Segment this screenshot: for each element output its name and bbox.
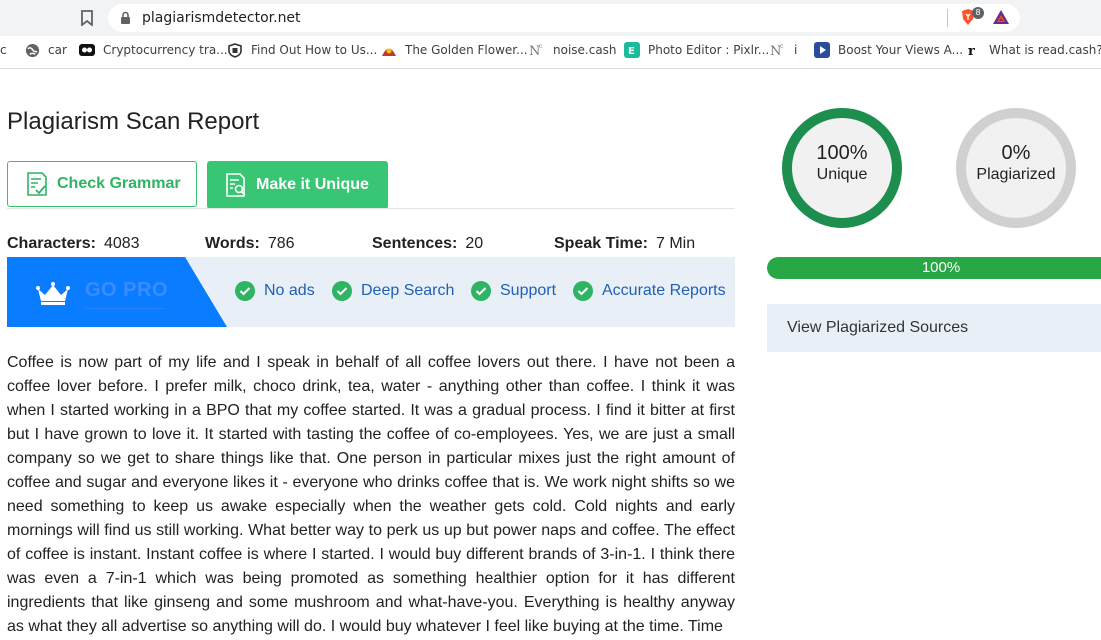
- noise-icon: Nc: [770, 42, 786, 58]
- noise-icon: Nc: [529, 42, 545, 58]
- bookmark-car[interactable]: car: [24, 36, 67, 64]
- bookmark-item[interactable]: c: [0, 36, 7, 64]
- stat-characters: Characters: 4083: [7, 235, 140, 253]
- play-icon: [814, 42, 830, 58]
- bookmark-i[interactable]: Nc i: [770, 36, 797, 64]
- check-grammar-button[interactable]: Check Grammar: [7, 161, 197, 207]
- feature-deep-search: Deep Search: [332, 281, 454, 301]
- bookmarks-bar: c car Cryptocurrency tra... Find Out How…: [0, 36, 1101, 69]
- lock-icon[interactable]: [120, 11, 131, 25]
- grammar-document-icon: [27, 172, 47, 196]
- bookmark-label: noise.cash: [553, 43, 617, 57]
- unique-label: Unique: [816, 166, 868, 183]
- bookmark-label: The Golden Flower...: [405, 43, 528, 57]
- feature-label: Accurate Reports: [602, 282, 726, 299]
- progress-label: 100%: [921, 259, 961, 276]
- bookmark-label: car: [48, 43, 67, 57]
- check-circle-icon: [332, 281, 352, 301]
- flower-icon: [381, 42, 397, 58]
- bookmark-label: Cryptocurrency tra...: [103, 43, 228, 57]
- brave-rewards-icon[interactable]: [992, 9, 1010, 25]
- bookmark-label: c: [0, 43, 7, 57]
- pixlr-icon: E: [624, 42, 640, 58]
- stat-value: 786: [267, 235, 295, 252]
- shield-icon: [227, 42, 243, 58]
- stat-words: Words: 786: [205, 235, 295, 253]
- bookmark-pixlr[interactable]: E Photo Editor : Pixlr...: [624, 36, 769, 64]
- bookmark-read-cash[interactable]: r What is read.cash?...: [965, 36, 1101, 64]
- stat-sentences: Sentences: 20: [372, 235, 483, 253]
- svg-text:c: c: [780, 43, 784, 50]
- svg-text:r: r: [968, 44, 975, 58]
- bookmark-label: What is read.cash?...: [989, 43, 1101, 57]
- go-pro-underline: [85, 308, 165, 309]
- stat-label: Sentences:: [372, 235, 458, 252]
- stat-label: Speak Time:: [554, 235, 648, 252]
- crown-icon: [36, 282, 70, 305]
- stat-speak-time: Speak Time: 7 Min: [554, 235, 695, 253]
- svg-text:c: c: [539, 43, 543, 50]
- bookmark-golden-flower[interactable]: The Golden Flower...: [381, 36, 528, 64]
- check-circle-icon: [573, 281, 593, 301]
- go-pro-banner[interactable]: GO PRO No ads Deep Search Support Accura…: [7, 257, 735, 327]
- feature-label: Deep Search: [361, 282, 455, 299]
- bookmark-find-out[interactable]: Find Out How to Us...: [227, 36, 377, 64]
- bookmark-noise-cash[interactable]: Nc noise.cash: [529, 36, 617, 64]
- address-bar[interactable]: plagiarismdetector.net 8: [108, 4, 1020, 32]
- url-text: plagiarismdetector.net: [142, 10, 301, 26]
- plagiarized-percent: 0%: [1001, 142, 1031, 164]
- bookmark-label: i: [794, 43, 798, 57]
- make-unique-button[interactable]: Make it Unique: [207, 161, 388, 209]
- bookmark-boost-views[interactable]: Boost Your Views A...: [814, 36, 963, 64]
- bookmark-label: Photo Editor : Pixlr...: [648, 43, 770, 57]
- stat-value: 7 Min: [655, 235, 696, 252]
- bookmark-label: Boost Your Views A...: [838, 43, 964, 57]
- feature-accurate-reports: Accurate Reports: [573, 281, 726, 301]
- stat-label: Characters:: [7, 235, 96, 252]
- document-search-icon: [226, 173, 246, 197]
- crypto-icon: [79, 42, 95, 58]
- globe-icon: [24, 42, 40, 58]
- feature-support: Support: [471, 281, 556, 301]
- feature-label: Support: [500, 282, 557, 299]
- shield-count-badge: 8: [972, 7, 984, 19]
- bookmark-crypto[interactable]: Cryptocurrency tra...: [79, 36, 228, 64]
- check-grammar-label: Check Grammar: [57, 175, 181, 192]
- check-circle-icon: [471, 281, 491, 301]
- unique-percent: 100%: [816, 142, 868, 164]
- stat-label: Words:: [205, 235, 260, 252]
- plagiarized-label: Plagiarized: [976, 166, 1056, 183]
- scanned-text: Coffee is now part of my life and I spea…: [7, 354, 735, 635]
- feature-label: No ads: [264, 282, 315, 299]
- stat-value: 20: [465, 235, 484, 252]
- readcash-icon: r: [965, 42, 981, 58]
- check-circle-icon: [235, 281, 255, 301]
- go-pro-label[interactable]: GO PRO: [85, 279, 168, 302]
- view-plagiarized-sources[interactable]: View Plagiarized Sources: [767, 304, 1101, 352]
- unique-score-ring: 100% Unique: [782, 108, 902, 228]
- page-title: Plagiarism Scan Report: [7, 108, 260, 135]
- stat-value: 4083: [103, 235, 140, 252]
- omnibox-divider: [947, 9, 948, 27]
- plagiarized-score-ring: 0% Plagiarized: [956, 108, 1076, 228]
- bookmark-label: Find Out How to Us...: [251, 43, 378, 57]
- browser-toolbar: plagiarismdetector.net 8: [0, 0, 1101, 36]
- divider: [7, 208, 735, 209]
- svg-text:E: E: [628, 46, 635, 57]
- feature-no-ads: No ads: [235, 281, 315, 301]
- view-sources-label: View Plagiarized Sources: [787, 319, 969, 336]
- bookmark-star-icon[interactable]: [80, 10, 94, 26]
- make-unique-label: Make it Unique: [256, 176, 369, 193]
